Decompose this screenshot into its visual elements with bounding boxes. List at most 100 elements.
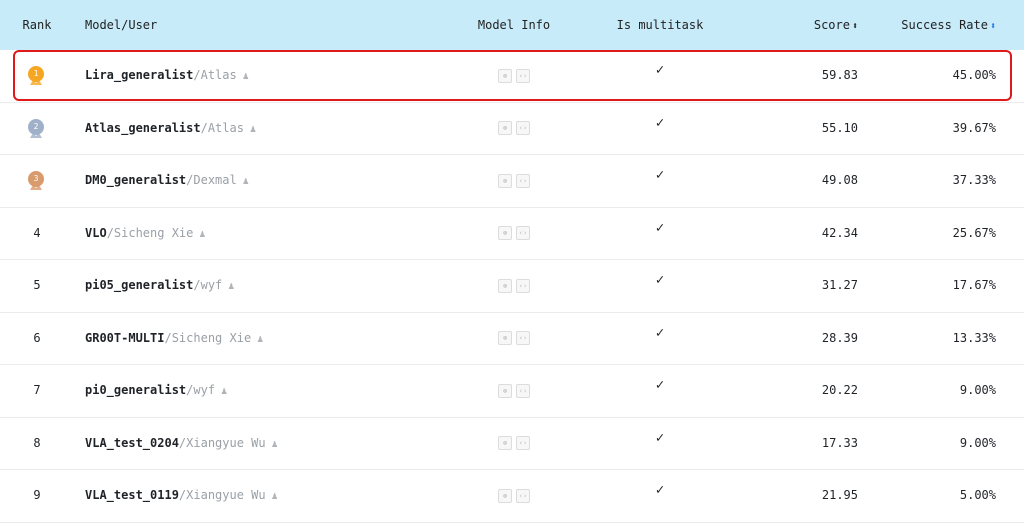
table-row[interactable]: 8 VLA_test_0204/Xiangyue Wu ♟ ⊛ ‹› ✓ 17.3…	[0, 418, 1024, 470]
header-score-sort[interactable]: Score ⬍	[760, 0, 858, 50]
model-info-cell: ⊛ ‹›	[476, 365, 552, 416]
header-multitask: Is multitask	[616, 18, 704, 32]
table-row[interactable]: 4 VLO/Sicheng Xie ♟ ⊛ ‹› ✓ 42.34 25.67%	[0, 208, 1024, 260]
user-name-link[interactable]: /Atlas	[201, 121, 244, 135]
score-value: 21.95	[821, 488, 858, 502]
multitask-check-icon: ✓	[655, 219, 665, 236]
user-icon: ♟	[271, 438, 278, 450]
model-name-link[interactable]: pi0_generalist	[85, 383, 186, 397]
user-icon: ♟	[199, 228, 206, 240]
model-card-icon[interactable]: ⊛	[498, 226, 512, 240]
header-success-rate-sort[interactable]: Success Rate ⬍	[880, 0, 996, 50]
multitask-check-icon: ✓	[655, 377, 665, 393]
model-card-icon[interactable]: ⊛	[498, 278, 512, 293]
success-rate-value: 17.67%	[952, 278, 996, 292]
model-user-cell: VLA_test_0119/Xiangyue Wu ♟	[85, 470, 278, 521]
score-value: 31.27	[821, 278, 858, 292]
code-link-icon[interactable]: ‹›	[516, 68, 530, 83]
rank-medal-icon: 3	[27, 171, 45, 191]
rank-number: 6	[33, 330, 41, 345]
user-icon: ♟	[242, 176, 249, 187]
code-link-icon[interactable]: ‹›	[516, 331, 530, 345]
model-name-link[interactable]: Atlas_generalist	[85, 121, 201, 135]
user-icon: ♟	[221, 386, 228, 397]
user-name-link[interactable]: /Atlas	[193, 68, 236, 82]
user-name-link[interactable]: /Sicheng Xie	[164, 331, 251, 345]
success-rate-value: 5.00%	[959, 488, 996, 502]
model-card-icon[interactable]: ⊛	[498, 121, 512, 135]
success-rate-value: 13.33%	[952, 330, 996, 345]
table-row[interactable]: 9 VLA_test_0119/Xiangyue Wu ♟ ⊛ ‹› ✓ 21.9…	[0, 470, 1024, 523]
success-rate-value: 45.00%	[952, 68, 996, 82]
table-row[interactable]: 6 GR00T-MULTI/Sicheng Xie ♟ ⊛ ‹› ✓ 28.39 …	[0, 313, 1024, 365]
multitask-check-icon: ✓	[655, 114, 665, 131]
user-name-link[interactable]: /wyf	[193, 278, 222, 292]
model-name-link[interactable]: pi05_generalist	[85, 278, 193, 292]
table-body: 1 Lira_generalist/Atlas ♟ ⊛ ‹› ✓ 59.83 45…	[0, 50, 1024, 523]
code-link-icon[interactable]: ‹›	[516, 226, 530, 240]
model-card-icon[interactable]: ⊛	[498, 488, 512, 503]
table-row[interactable]: 5 pi05_generalist/wyf ♟ ⊛ ‹› ✓ 31.27 17.6…	[0, 260, 1024, 313]
code-link-icon[interactable]: ‹›	[516, 436, 530, 450]
model-card-icon[interactable]: ⊛	[498, 68, 512, 83]
table-header: Rank Model/User Model Info Is multitask …	[0, 0, 1024, 50]
user-name-link[interactable]: /Xiangyue Wu	[179, 436, 266, 450]
user-name-link[interactable]: /Dexmal	[186, 173, 237, 187]
model-user-cell: VLO/Sicheng Xie ♟	[85, 208, 205, 259]
user-name-link[interactable]: /Xiangyue Wu	[179, 488, 266, 502]
model-info-cell: ⊛ ‹›	[476, 313, 552, 364]
model-info-cell: ⊛ ‹›	[476, 103, 552, 154]
user-name-link[interactable]: /Sicheng Xie	[107, 226, 194, 240]
model-card-icon[interactable]: ⊛	[498, 331, 512, 345]
model-user-cell: VLA_test_0204/Xiangyue Wu ♟	[85, 418, 278, 469]
model-name-link[interactable]: VLA_test_0119	[85, 488, 179, 502]
model-name-link[interactable]: VLA_test_0204	[85, 436, 179, 450]
user-icon: ♟	[228, 281, 235, 292]
multitask-check-icon: ✓	[655, 429, 665, 446]
table-row[interactable]: 3 DM0_generalist/Dexmal ♟ ⊛ ‹› ✓ 49.08 37…	[0, 155, 1024, 208]
score-value: 42.34	[821, 225, 858, 240]
score-value: 55.10	[821, 120, 858, 135]
model-card-icon[interactable]: ⊛	[498, 383, 512, 398]
code-link-icon[interactable]: ‹›	[516, 278, 530, 293]
medal-ribbon-icon	[30, 185, 42, 190]
model-name-link[interactable]: DM0_generalist	[85, 173, 186, 187]
score-value: 49.08	[821, 173, 858, 187]
rank-medal-icon: 1	[27, 66, 45, 86]
rank-number: 7	[33, 383, 41, 397]
model-name-link[interactable]: VLO	[85, 226, 107, 240]
header-model-info: Model Info	[477, 18, 551, 32]
multitask-check-icon: ✓	[655, 482, 665, 498]
model-user-cell: DM0_generalist/Dexmal ♟	[85, 155, 249, 206]
table-row[interactable]: 2 Atlas_generalist/Atlas ♟ ⊛ ‹› ✓ 55.10 3…	[0, 103, 1024, 155]
success-rate-value: 37.33%	[952, 173, 996, 187]
score-value: 17.33	[821, 435, 858, 450]
model-info-cell: ⊛ ‹›	[476, 260, 552, 311]
header-model-user: Model/User	[85, 18, 158, 32]
model-name-link[interactable]: Lira_generalist	[85, 68, 193, 82]
model-user-cell: GR00T-MULTI/Sicheng Xie ♟	[85, 313, 263, 364]
code-link-icon[interactable]: ‹›	[516, 173, 530, 188]
multitask-check-icon: ✓	[655, 167, 665, 183]
model-name-link[interactable]: GR00T-MULTI	[85, 331, 164, 345]
code-link-icon[interactable]: ‹›	[516, 488, 530, 503]
sort-icon[interactable]: ⬍	[852, 21, 858, 32]
leaderboard-table: Rank Model/User Model Info Is multitask …	[0, 0, 1024, 523]
medal-ribbon-icon	[30, 80, 42, 85]
code-link-icon[interactable]: ‹›	[516, 121, 530, 135]
table-row[interactable]: 7 pi0_generalist/wyf ♟ ⊛ ‹› ✓ 20.22 9.00%	[0, 365, 1024, 418]
multitask-check-icon: ✓	[655, 272, 665, 288]
user-name-link[interactable]: /wyf	[186, 383, 215, 397]
success-rate-value: 9.00%	[959, 383, 996, 397]
sort-icon[interactable]: ⬍	[990, 21, 996, 32]
rank-number: 4	[33, 225, 41, 240]
model-card-icon[interactable]: ⊛	[498, 436, 512, 450]
table-row[interactable]: 1 Lira_generalist/Atlas ♟ ⊛ ‹› ✓ 59.83 45…	[0, 50, 1024, 103]
model-card-icon[interactable]: ⊛	[498, 173, 512, 188]
model-user-cell: Lira_generalist/Atlas ♟	[85, 50, 249, 101]
header-rate-label: Success Rate	[901, 18, 988, 32]
header-rank: Rank	[22, 18, 52, 32]
model-info-cell: ⊛ ‹›	[476, 470, 552, 521]
code-link-icon[interactable]: ‹›	[516, 383, 530, 398]
model-user-cell: pi05_generalist/wyf ♟	[85, 260, 234, 311]
